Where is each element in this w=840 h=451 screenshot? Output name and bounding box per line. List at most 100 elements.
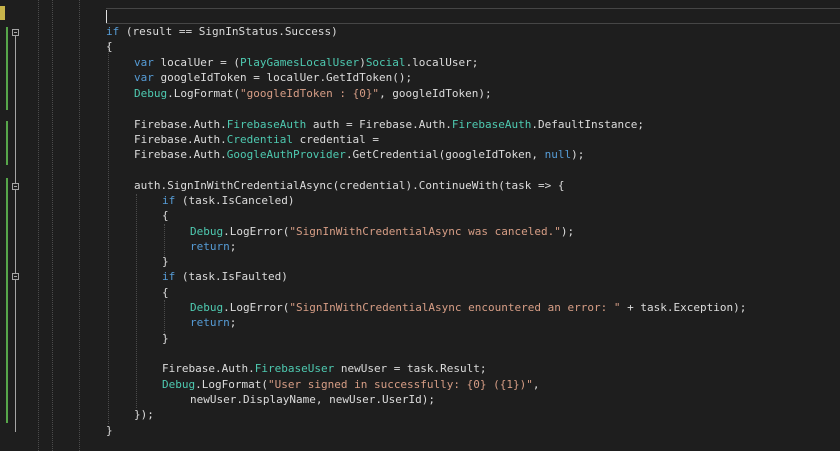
code-text: ): [359, 56, 366, 69]
outlining-margin: [10, 0, 22, 451]
type-name: PlayGamesLocalUser: [239, 56, 360, 69]
collapse-icon[interactable]: [12, 29, 19, 36]
code-line[interactable]: });: [134, 407, 154, 423]
collapse-icon[interactable]: [12, 273, 19, 280]
code-text: .LogError(: [223, 301, 290, 314]
bookmark-marker[interactable]: [0, 6, 5, 20]
code-text: .LogError(: [223, 225, 290, 238]
code-text: .LogFormat(: [167, 87, 240, 100]
code-line[interactable]: return;: [190, 315, 236, 331]
code-text: ;: [229, 316, 237, 329]
change-marker: [6, 178, 8, 423]
keyword: if: [162, 270, 176, 283]
code-line[interactable]: Firebase.Auth.FirebaseUser newUser = tas…: [162, 361, 487, 377]
code-text: localUer = (: [153, 56, 240, 69]
code-text: credential =: [292, 133, 380, 146]
indent-guide: [108, 42, 109, 424]
code-text: {: [162, 209, 169, 222]
code-text: {: [162, 286, 169, 299]
keyword: var: [134, 56, 154, 69]
code-line[interactable]: Debug.LogError("SignInWithCredentialAsyn…: [190, 300, 746, 316]
code-text: newUser.DisplayName, newUser.UserId);: [190, 393, 436, 406]
code-text: }: [162, 332, 169, 345]
keyword: if: [106, 25, 120, 38]
indent-guide: [79, 0, 80, 451]
code-text: Firebase.Auth.: [162, 362, 255, 375]
type-name: FirebaseAuth: [451, 118, 532, 131]
code-line[interactable]: Debug.LogError("SignInWithCredentialAsyn…: [190, 224, 574, 240]
text-caret: [106, 10, 107, 23]
collapse-icon[interactable]: [12, 183, 19, 190]
type-name: FirebaseAuth: [226, 118, 307, 131]
code-text: (result == SignInStatus.Success): [119, 25, 338, 38]
type-name: Debug: [134, 87, 168, 100]
code-line[interactable]: Firebase.Auth.GoogleAuthProvider.GetCred…: [134, 147, 584, 163]
code-line[interactable]: Firebase.Auth.FirebaseAuth auth = Fireba…: [134, 117, 644, 133]
change-marker: [6, 121, 8, 165]
code-line[interactable]: Firebase.Auth.Credential credential =: [134, 132, 379, 148]
code-line[interactable]: auth.SignInWithCredentialAsync(credentia…: [134, 178, 564, 194]
code-line[interactable]: if (task.IsCanceled): [162, 193, 294, 209]
code-line[interactable]: return;: [190, 239, 236, 255]
code-line[interactable]: var localUer = (PlayGamesLocalUser)Socia…: [134, 55, 478, 71]
indent-guide: [52, 0, 53, 451]
code-text: .DefaultInstance;: [531, 118, 644, 131]
string-literal: "googleIdToken : {0}": [239, 87, 380, 100]
code-text: });: [134, 408, 154, 421]
code-text: );: [560, 225, 575, 238]
code-text: , googleIdToken);: [379, 87, 492, 100]
string-literal: "User signed in successfully: {0} ({1})": [267, 378, 533, 391]
code-line[interactable]: newUser.DisplayName, newUser.UserId);: [190, 392, 435, 408]
string-literal: "SignInWithCredentialAsync encountered a…: [289, 301, 621, 314]
code-text: googleIdToken = localUer.GetIdToken();: [153, 71, 413, 84]
string-literal: "SignInWithCredentialAsync was canceled.…: [289, 225, 561, 238]
change-marker: [6, 27, 8, 110]
keyword: null: [544, 148, 572, 161]
code-text: ,: [532, 378, 540, 391]
code-text: newUser = task.Result;: [334, 362, 487, 375]
code-text: }: [162, 255, 169, 268]
code-line[interactable]: {: [106, 39, 113, 55]
code-text: Firebase.Auth.: [134, 148, 227, 161]
indent-guide: [136, 194, 137, 408]
code-text: auth = Firebase.Auth.: [306, 118, 452, 131]
code-text: + task.Exception);: [620, 301, 747, 314]
indent-guide: [38, 0, 39, 451]
code-text: {: [106, 40, 113, 53]
code-line[interactable]: if (task.IsFaulted): [162, 269, 288, 285]
code-line[interactable]: }: [162, 254, 169, 270]
code-text: .GetCredential(googleIdToken,: [345, 148, 545, 161]
code-line[interactable]: if (result == SignInStatus.Success): [106, 24, 338, 40]
type-name: Credential: [226, 133, 293, 146]
code-line[interactable]: Debug.LogFormat("googleIdToken : {0}", g…: [134, 86, 492, 102]
code-line[interactable]: {: [162, 285, 169, 301]
code-line[interactable]: }: [106, 423, 113, 439]
code-line[interactable]: }: [162, 331, 169, 347]
type-name: GoogleAuthProvider: [226, 148, 346, 161]
type-name: Debug: [162, 378, 196, 391]
type-name: Debug: [190, 301, 224, 314]
code-text: ;: [229, 240, 237, 253]
code-text: (task.IsFaulted): [175, 270, 288, 283]
code-text: auth.SignInWithCredentialAsync(credentia…: [134, 179, 565, 192]
current-line-highlight: [106, 8, 840, 24]
code-text: Firebase.Auth.: [134, 133, 227, 146]
code-line[interactable]: var googleIdToken = localUer.GetIdToken(…: [134, 70, 412, 86]
code-text: Firebase.Auth.: [134, 118, 227, 131]
fold-line: [15, 36, 16, 432]
code-editor[interactable]: if (result == SignInStatus.Success) { va…: [0, 0, 840, 451]
type-name: FirebaseUser: [254, 362, 335, 375]
code-text: .LogFormat(: [195, 378, 268, 391]
code-text: }: [106, 424, 113, 437]
keyword: return: [190, 316, 230, 329]
code-line[interactable]: {: [162, 208, 169, 224]
type-name: Social: [365, 56, 406, 69]
code-text: (task.IsCanceled): [175, 194, 295, 207]
keyword: if: [162, 194, 176, 207]
code-text: .localUser;: [405, 56, 479, 69]
keyword: return: [190, 240, 230, 253]
code-text: );: [571, 148, 585, 161]
keyword: var: [134, 71, 154, 84]
code-line[interactable]: Debug.LogFormat("User signed in successf…: [162, 377, 540, 393]
type-name: Debug: [190, 225, 224, 238]
